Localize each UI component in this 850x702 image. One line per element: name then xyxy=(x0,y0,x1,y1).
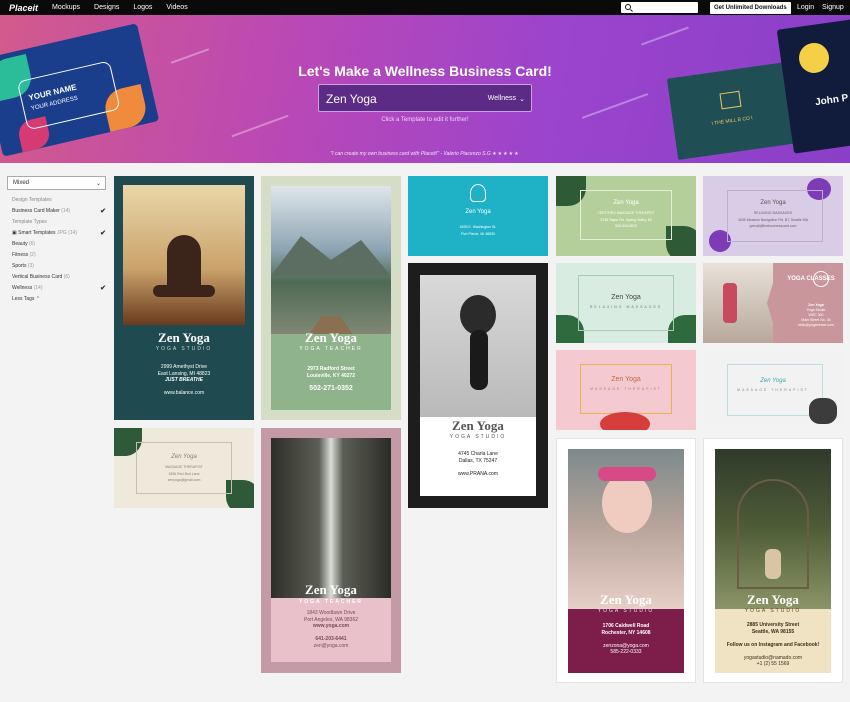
nav-designs[interactable]: Designs xyxy=(94,4,119,11)
card-subtitle: YOGA STUDIO xyxy=(449,434,507,440)
top-navbar: Placeit Mockups Designs Logos Videos Get… xyxy=(0,0,850,15)
card-subtitle: YOGA TEACHER xyxy=(299,346,363,352)
input-value[interactable]: Zen Yoga xyxy=(326,92,377,106)
template-text-input[interactable]: Zen Yoga Wellness ⌄ xyxy=(318,84,532,112)
less-tags-toggle[interactable]: Less Tags ⌃ xyxy=(7,294,107,305)
card-subtitle: RELAXING MASSAGES xyxy=(589,305,663,309)
testimonial-quote: "I can create my own business card with … xyxy=(330,151,520,157)
hero-title: Let's Make a Wellness Business Card! xyxy=(298,63,552,79)
checkmark-icon: ✔ xyxy=(100,285,106,292)
card-subtitle: YOGA STUDIO xyxy=(597,608,655,614)
template-card-waterfall-rose[interactable]: Zen Yoga YOGA TEACHER 1843 Woodlawn Driv… xyxy=(261,428,401,673)
category-dropdown[interactable]: Wellness xyxy=(488,95,516,102)
lake-photo xyxy=(271,186,391,346)
card-title: Zen Yoga xyxy=(760,200,786,206)
card-title: Zen Yoga xyxy=(465,209,491,215)
card-title: Zen Yoga xyxy=(600,592,652,607)
filter-smart-templates[interactable]: ▣ Smart Templates JPG (14) ✔ xyxy=(7,228,107,239)
template-card-yoga-teacher-mint[interactable]: Zen Yoga YOGA TEACHER 2973 Radford Stree… xyxy=(261,176,401,420)
card-title: Zen Yoga xyxy=(747,592,799,607)
chevron-down-icon: ⌄ xyxy=(95,181,101,187)
filter-sports[interactable]: Sports (3) xyxy=(7,261,107,272)
template-card-monstera-cream[interactable]: Zen Yoga MASSAGE THERAPIST 1856 Red Bud L… xyxy=(114,428,254,508)
camera-icon: ▣ xyxy=(12,230,17,236)
filter-sidebar: Mixed ⌄ Design Templates Business Card Ma… xyxy=(7,176,107,305)
get-unlimited-downloads-button[interactable]: Get Unlimited Downloads xyxy=(710,2,791,14)
forest-photo xyxy=(715,449,831,609)
template-card-yoga-studio-black[interactable]: Zen Yoga YOGA STUDIO 4745 Charla Lane Dal… xyxy=(408,263,548,508)
checkmark-icon: ✔ xyxy=(100,230,106,237)
portrait-photo xyxy=(568,449,684,609)
nav-videos[interactable]: Videos xyxy=(166,4,187,11)
waterfall-photo xyxy=(271,438,391,598)
template-card-forest-cream[interactable]: Zen Yoga YOGA STUDIO 2885 University Str… xyxy=(703,438,843,683)
hero-card-left: YOUR NAME YOUR ADDRESS xyxy=(0,23,160,157)
hero-banner: YOUR NAME YOUR ADDRESS I THE MILL B CO I … xyxy=(0,15,850,163)
card-title: Zen Yoga xyxy=(158,330,210,345)
filter-vertical-business-card[interactable]: Vertical Business Card (6) xyxy=(7,272,107,283)
card-subtitle: YOGA TEACHER xyxy=(298,599,364,605)
yoga-class-photo xyxy=(703,263,773,343)
filter-beauty[interactable]: Beauty (6) xyxy=(7,239,107,250)
card-title: Zen Yoga xyxy=(305,330,357,345)
template-card-mint-massage[interactable]: Zen Yoga RELAXING MASSAGES xyxy=(556,263,696,343)
card-heading: YOGA CLASSES xyxy=(787,276,835,282)
card-subtitle: YOGA STUDIO xyxy=(744,608,802,614)
nav-search-input[interactable] xyxy=(621,2,698,13)
card-title: Zen Yoga xyxy=(760,378,786,384)
card-title: Zen Yoga xyxy=(611,376,641,383)
template-card-pink-floral[interactable]: Zen Yoga MASSAGE THERAPIST xyxy=(556,350,696,430)
checkmark-icon: ✔ xyxy=(100,208,106,215)
card-subtitle: MASSAGE THERAPIST xyxy=(590,387,662,391)
yoga-photo xyxy=(123,185,245,325)
template-card-flower-crown[interactable]: Zen Yoga YOGA STUDIO 1706 Caldwell Road R… xyxy=(556,438,696,683)
filter-wellness[interactable]: Wellness (14) ✔ xyxy=(7,283,107,294)
card-subtitle: YOGA STUDIO xyxy=(155,346,213,352)
placeit-logo[interactable]: Placeit xyxy=(9,3,38,13)
yoga-pose-icon xyxy=(470,184,486,202)
card-title: Zen Yoga xyxy=(452,418,504,433)
hero-hint: Click a Template to edit it further! xyxy=(381,117,469,123)
template-card-green-massage[interactable]: Zen Yoga CERTIFIED MASSAGE THERAPIST 4745… xyxy=(556,176,696,256)
rating-stars: ★★★★★ xyxy=(492,151,520,157)
template-card-yoga-classes[interactable]: YOGA CLASSES Zen Yoga Yoga Studio WSC 300 M… xyxy=(703,263,843,343)
card-title: Zen Yoga xyxy=(171,454,197,460)
yoga-pose-photo xyxy=(420,275,536,417)
signup-link[interactable]: Signup xyxy=(822,4,844,11)
template-card-stones-white[interactable]: Zen Yoga MASSAGE THERAPIST xyxy=(703,350,843,430)
login-link[interactable]: Login xyxy=(797,4,814,11)
template-card-lavender-orchid[interactable]: Zen Yoga RELAXING MASSAGES 4635 Meadow Na… xyxy=(703,176,843,256)
filter-fitness[interactable]: Fitness (2) xyxy=(7,250,107,261)
hero-card-right-text: John P xyxy=(814,92,850,109)
card-title: Zen Yoga xyxy=(305,582,357,597)
card-title: Zen Yoga xyxy=(611,294,641,301)
nav-logos[interactable]: Logos xyxy=(133,4,152,11)
filter-business-card-maker[interactable]: Business Card Maker (14) ✔ xyxy=(7,206,107,217)
card-subtitle: MASSAGE THERAPIST xyxy=(737,388,809,392)
search-icon xyxy=(625,4,631,10)
template-card-lotus-teal[interactable]: Zen Yoga 4525 E. Washington St. Port Pier… xyxy=(408,176,548,256)
template-types-heading: Template Types xyxy=(12,219,47,225)
flower-icon xyxy=(600,412,650,430)
template-card-yoga-studio-teal[interactable]: Zen Yoga YOGA STUDIO 2999 Amethyst Drive… xyxy=(114,176,254,420)
chevron-down-icon[interactable]: ⌄ xyxy=(519,95,525,103)
cabin-icon xyxy=(719,90,742,110)
nav-mockups[interactable]: Mockups xyxy=(52,4,80,11)
design-templates-heading: Design Templates xyxy=(12,197,52,203)
stones-icon xyxy=(809,398,837,424)
sort-select[interactable]: Mixed ⌄ xyxy=(7,176,106,190)
card-title: Zen Yoga xyxy=(613,200,639,206)
